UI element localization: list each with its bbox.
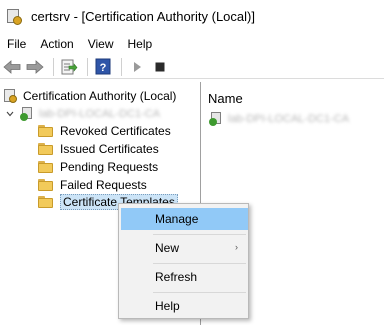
toolbar-separator (87, 57, 88, 76)
folder-icon (38, 125, 53, 137)
tree-item-label: Failed Requests (60, 178, 147, 192)
menu-action[interactable]: Action (40, 37, 80, 51)
context-menu-label: Manage (155, 212, 199, 226)
play-icon[interactable] (127, 57, 147, 77)
svg-text:?: ? (100, 62, 107, 74)
context-menu-refresh[interactable]: Refresh (121, 266, 248, 288)
help-icon[interactable]: ? (93, 57, 113, 77)
tree-item-revoked-certificates[interactable]: Revoked Certificates (38, 122, 171, 140)
tree-item-label: Issued Certificates (60, 142, 159, 156)
ca-server-icon (20, 107, 33, 121)
folder-icon (38, 143, 53, 155)
context-menu-new[interactable]: New › (121, 237, 248, 259)
toolbar-separator (53, 57, 54, 76)
toolbar-separator (121, 57, 122, 76)
export-list-icon[interactable] (59, 57, 79, 77)
ca-server-icon (209, 112, 222, 126)
tree-item-label: Revoked Certificates (60, 124, 171, 138)
context-menu: Manage New › Refresh Help (118, 203, 249, 319)
tree-ca-node[interactable]: lab-DPI-LOCAL-DC1-CA (6, 105, 160, 123)
context-menu-help[interactable]: Help (121, 295, 248, 317)
menu-file[interactable]: File (7, 37, 33, 51)
menu-separator (153, 234, 246, 235)
menu-bar: File Action View Help (0, 35, 166, 53)
context-menu-manage[interactable]: Manage (121, 208, 248, 230)
tree-item-failed-requests[interactable]: Failed Requests (38, 176, 147, 194)
tree-item-pending-requests[interactable]: Pending Requests (38, 158, 158, 176)
forward-arrow-icon[interactable] (25, 57, 45, 77)
tree-root-label: Certification Authority (Local) (23, 89, 177, 103)
tree-item-issued-certificates[interactable]: Issued Certificates (38, 140, 159, 158)
folder-icon (38, 179, 53, 191)
back-arrow-icon[interactable] (2, 57, 22, 77)
tree-item-label: Pending Requests (60, 160, 159, 174)
context-menu-label: New (155, 241, 180, 255)
collapse-chevron-icon[interactable] (6, 111, 16, 117)
menu-separator (153, 292, 246, 293)
list-item[interactable]: lab-DPI-LOCAL-DC1-CA (209, 112, 349, 126)
context-menu-label: Help (155, 299, 180, 313)
menu-view[interactable]: View (88, 37, 121, 51)
stop-icon[interactable] (150, 57, 170, 77)
title-bar: certsrv - [Certification Authority (Loca… (0, 0, 384, 33)
folder-icon (38, 196, 53, 208)
context-menu-label: Refresh (155, 270, 198, 284)
folder-icon (38, 161, 53, 173)
certificate-authority-icon (4, 89, 18, 103)
window-title: certsrv - [Certification Authority (Loca… (31, 9, 255, 24)
certificate-authority-app-icon (7, 8, 23, 25)
list-item-label: lab-DPI-LOCAL-DC1-CA (228, 113, 350, 125)
menu-help[interactable]: Help (128, 37, 160, 51)
menu-separator (153, 263, 246, 264)
tree-root[interactable]: Certification Authority (Local) (4, 87, 176, 105)
ca-name: lab-DPI-LOCAL-DC1-CA (39, 108, 161, 120)
toolbar: ? (0, 55, 384, 79)
column-header-name[interactable]: Name (208, 91, 243, 106)
submenu-arrow-icon: › (235, 242, 238, 252)
